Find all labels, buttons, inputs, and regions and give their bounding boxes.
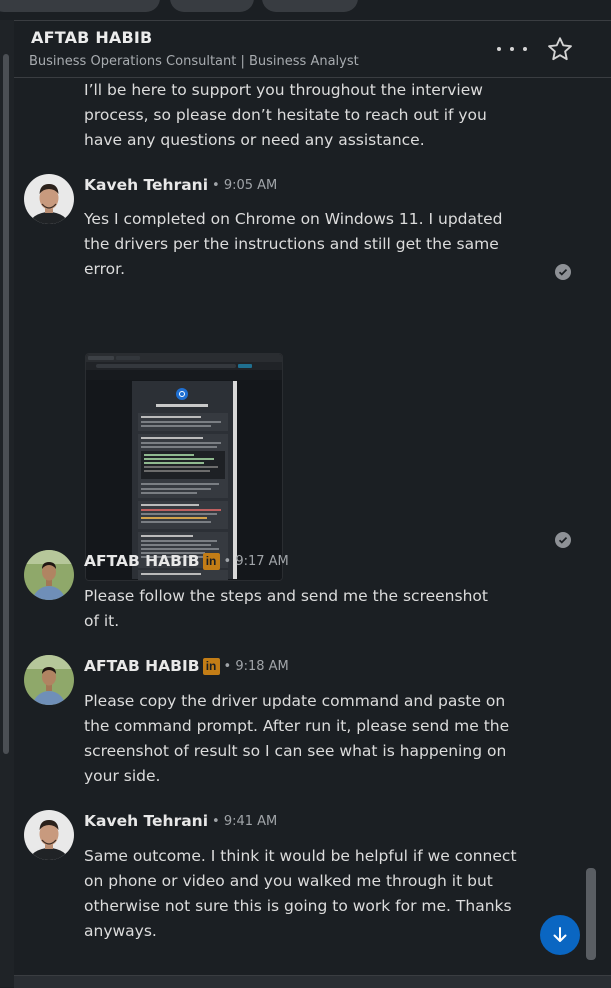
message-text: Please copy the driver update command an… [84, 692, 510, 785]
avatar[interactable] [24, 174, 74, 224]
arrow-down-icon [553, 927, 567, 942]
read-receipt-icon [555, 264, 571, 280]
read-receipt-icon [555, 532, 571, 548]
top-filter-chips [0, 0, 611, 20]
scroll-to-bottom-button[interactable] [540, 915, 580, 955]
message-text: Yes I completed on Chrome on Windows 11.… [84, 210, 503, 278]
left-scrollbar[interactable] [3, 54, 9, 754]
message-time: • 9:41 AM [212, 813, 278, 829]
attachment-image[interactable] [85, 353, 283, 581]
message-sender: AFTAB HABIB in • 9:17 AM [84, 552, 289, 570]
message-time: • 9:05 AM [212, 177, 278, 193]
message-feed: I’ll be here to support you throughout t… [14, 78, 611, 975]
star-icon[interactable] [546, 35, 574, 63]
sender-name[interactable]: AFTAB HABIB [84, 552, 200, 570]
left-gutter [0, 20, 14, 987]
message-text: Same outcome. I think it would be helpfu… [84, 847, 517, 940]
message-text: I’ll be here to support you throughout t… [84, 81, 487, 149]
contact-headline: Business Operations Consultant | Busines… [29, 54, 359, 69]
message-sender: Kaveh Tehrani • 9:05 AM [84, 176, 277, 194]
contact-name[interactable]: AFTAB HABIB [31, 28, 152, 47]
avatar[interactable] [24, 550, 74, 600]
message-time: • 9:17 AM [223, 553, 289, 569]
message-text: Please follow the steps and send me the … [84, 587, 488, 630]
message-time: • 9:18 AM [223, 658, 289, 674]
conversation-panel: AFTAB HABIB Business Operations Consulta… [14, 20, 611, 987]
sender-name[interactable]: Kaveh Tehrani [84, 812, 208, 830]
linkedin-icon: in [202, 552, 220, 570]
more-icon[interactable] [497, 37, 527, 61]
filter-chip[interactable] [170, 0, 254, 12]
conversation-header: AFTAB HABIB Business Operations Consulta… [14, 21, 611, 78]
right-scrollbar[interactable] [586, 868, 596, 960]
filter-chip[interactable] [262, 0, 358, 12]
sender-name[interactable]: Kaveh Tehrani [84, 176, 208, 194]
linkedin-icon: in [202, 657, 220, 675]
message-sender: AFTAB HABIB in • 9:18 AM [84, 657, 289, 675]
sender-name[interactable]: AFTAB HABIB [84, 657, 200, 675]
avatar[interactable] [24, 655, 74, 705]
filter-chip[interactable] [0, 0, 160, 12]
avatar[interactable] [24, 810, 74, 860]
message-sender: Kaveh Tehrani • 9:41 AM [84, 812, 277, 830]
bottom-bar [14, 975, 611, 988]
